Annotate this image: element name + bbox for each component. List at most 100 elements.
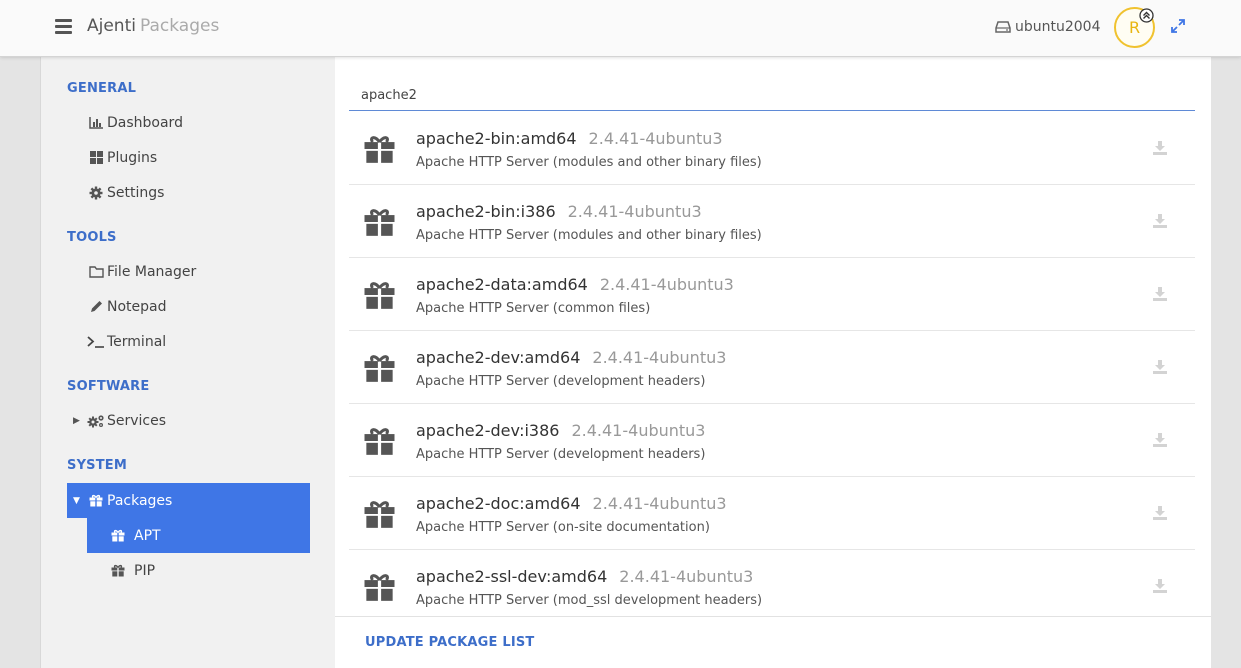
package-row[interactable]: apache2-bin:amd64 2.4.41-4ubuntu3 Apache … xyxy=(349,112,1195,185)
sidebar-item-settings[interactable]: Settings xyxy=(67,175,310,210)
sidebar-item-label: File Manager xyxy=(107,263,197,280)
package-row[interactable]: apache2-ssl-dev:amd64 2.4.41-4ubuntu3 Apa… xyxy=(349,550,1195,616)
gears-icon xyxy=(87,414,104,427)
sidebar-item-terminal[interactable]: Terminal xyxy=(67,324,310,359)
package-description: Apache HTTP Server (modules and other bi… xyxy=(416,228,762,243)
sidebar-item-label: Notepad xyxy=(107,298,167,315)
main-panel: apache2-bin:amd64 2.4.41-4ubuntu3 Apache … xyxy=(335,57,1211,668)
package-name: apache2-bin:i386 2.4.41-4ubuntu3 xyxy=(416,202,702,221)
package-row[interactable]: apache2-doc:amd64 2.4.41-4ubuntu3 Apache … xyxy=(349,477,1195,550)
package-name: apache2-bin:amd64 2.4.41-4ubuntu3 xyxy=(416,129,723,148)
sidebar-item-label: Services xyxy=(107,412,167,429)
package-version: 2.4.41-4ubuntu3 xyxy=(592,494,727,513)
sidebar: GENERAL Dashboard Plugins Settings TOOLS… xyxy=(40,57,335,668)
download-icon[interactable] xyxy=(1153,433,1167,447)
terminal-icon xyxy=(87,335,104,348)
search-input[interactable] xyxy=(349,81,1195,111)
package-version: 2.4.41-4ubuntu3 xyxy=(599,275,734,294)
package-description: Apache HTTP Server (development headers) xyxy=(416,447,706,462)
sidebar-item-plugins[interactable]: Plugins xyxy=(67,140,310,175)
sidebar-item-packages[interactable]: ▼ Packages xyxy=(67,483,310,518)
gift-icon xyxy=(364,136,395,163)
package-name-text: apache2-dev:i386 xyxy=(416,421,560,440)
package-list: apache2-bin:amd64 2.4.41-4ubuntu3 Apache … xyxy=(349,112,1195,616)
package-row[interactable]: apache2-bin:i386 2.4.41-4ubuntu3 Apache H… xyxy=(349,185,1195,258)
grid-icon xyxy=(89,151,103,164)
package-version: 2.4.41-4ubuntu3 xyxy=(571,421,706,440)
update-package-list-button[interactable]: UPDATE PACKAGE LIST xyxy=(365,635,535,650)
gift-icon xyxy=(364,501,395,528)
sidebar-item-apt[interactable]: APT xyxy=(87,518,310,553)
package-name: apache2-ssl-dev:amd64 2.4.41-4ubuntu3 xyxy=(416,567,753,586)
package-row[interactable]: apache2-data:amd64 2.4.41-4ubuntu3 Apache… xyxy=(349,258,1195,331)
hostname: ubuntu2004 xyxy=(1015,19,1101,35)
download-icon[interactable] xyxy=(1153,506,1167,520)
sidebar-item-label: Plugins xyxy=(107,149,158,166)
package-version: 2.4.41-4ubuntu3 xyxy=(592,348,727,367)
package-description: Apache HTTP Server (on-site documentatio… xyxy=(416,520,710,535)
top-bar: Ajenti Packages ubuntu2004 R xyxy=(0,0,1241,57)
elevate-icon[interactable] xyxy=(1139,8,1154,23)
sidebar-item-file-manager[interactable]: File Manager xyxy=(67,254,310,289)
package-version: 2.4.41-4ubuntu3 xyxy=(619,567,754,586)
caret-right-icon: ▶ xyxy=(73,415,80,426)
sidebar-item-pip[interactable]: PIP xyxy=(87,553,310,588)
package-name: apache2-dev:i386 2.4.41-4ubuntu3 xyxy=(416,421,705,440)
gift-icon xyxy=(364,574,395,601)
download-icon[interactable] xyxy=(1153,141,1167,155)
app-title: Ajenti Packages xyxy=(87,16,219,36)
sidebar-item-label: Terminal xyxy=(107,333,167,350)
gift-icon xyxy=(364,282,395,309)
current-section: Packages xyxy=(139,16,220,36)
chart-icon xyxy=(89,116,103,129)
folder-icon xyxy=(88,265,104,278)
package-name: apache2-data:amd64 2.4.41-4ubuntu3 xyxy=(416,275,734,294)
package-name: apache2-doc:amd64 2.4.41-4ubuntu3 xyxy=(416,494,727,513)
hard-drive-icon xyxy=(995,21,1011,33)
sidebar-item-label: APT xyxy=(134,527,161,544)
package-description: Apache HTTP Server (modules and other bi… xyxy=(416,155,762,170)
package-description: Apache HTTP Server (common files) xyxy=(416,301,651,316)
fullscreen-icon[interactable] xyxy=(1171,19,1185,33)
package-row[interactable]: apache2-dev:amd64 2.4.41-4ubuntu3 Apache … xyxy=(349,331,1195,404)
caret-down-icon: ▼ xyxy=(73,495,80,506)
package-description: Apache HTTP Server (development headers) xyxy=(416,374,706,389)
sidebar-item-notepad[interactable]: Notepad xyxy=(67,289,310,324)
hostname-indicator: ubuntu2004 xyxy=(995,19,1101,35)
gift-icon xyxy=(364,428,395,455)
pencil-icon xyxy=(90,301,102,312)
download-icon[interactable] xyxy=(1153,360,1167,374)
package-version: 2.4.41-4ubuntu3 xyxy=(588,129,723,148)
gift-icon xyxy=(111,529,125,542)
gift-icon xyxy=(364,355,395,382)
sidebar-item-label: Settings xyxy=(107,184,165,201)
footer-bar: UPDATE PACKAGE LIST xyxy=(335,616,1211,668)
package-name: apache2-dev:amd64 2.4.41-4ubuntu3 xyxy=(416,348,726,367)
package-name-text: apache2-ssl-dev:amd64 xyxy=(416,567,608,586)
gear-icon xyxy=(89,186,103,199)
sidebar-item-dashboard[interactable]: Dashboard xyxy=(67,105,310,140)
download-icon[interactable] xyxy=(1153,287,1167,301)
sidebar-item-label: Packages xyxy=(107,492,173,509)
gift-icon xyxy=(364,209,395,236)
download-icon[interactable] xyxy=(1153,579,1167,593)
section-tools: TOOLS xyxy=(67,230,117,245)
package-description: Apache HTTP Server (mod_ssl development … xyxy=(416,593,763,608)
package-name-text: apache2-dev:amd64 xyxy=(416,348,581,367)
menu-icon[interactable] xyxy=(55,19,72,34)
package-name-text: apache2-bin:i386 xyxy=(416,202,556,221)
gift-icon xyxy=(89,494,103,507)
section-software: SOFTWARE xyxy=(67,379,150,394)
package-row[interactable]: apache2-dev:i386 2.4.41-4ubuntu3 Apache H… xyxy=(349,404,1195,477)
app-name: Ajenti xyxy=(87,16,136,36)
download-icon[interactable] xyxy=(1153,214,1167,228)
sidebar-item-label: Dashboard xyxy=(107,114,183,131)
package-name-text: apache2-bin:amd64 xyxy=(416,129,577,148)
package-version: 2.4.41-4ubuntu3 xyxy=(567,202,702,221)
section-general: GENERAL xyxy=(67,81,137,96)
package-name-text: apache2-doc:amd64 xyxy=(416,494,581,513)
section-system: SYSTEM xyxy=(67,458,128,473)
sidebar-item-services[interactable]: ▶ Services xyxy=(67,403,310,438)
gift-icon xyxy=(111,564,125,577)
sidebar-item-label: PIP xyxy=(134,562,156,579)
